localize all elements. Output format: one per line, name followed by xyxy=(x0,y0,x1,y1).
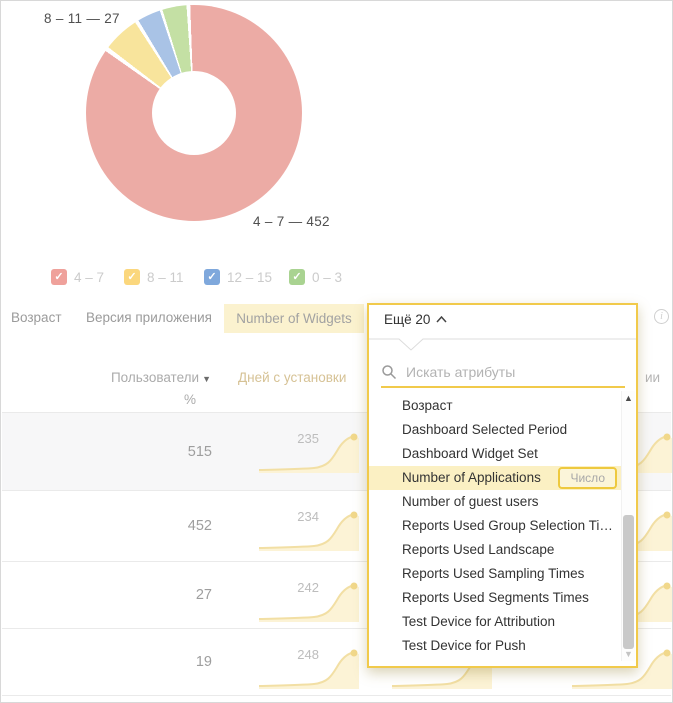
sparkline xyxy=(259,429,359,473)
legend-item[interactable]: ✓ 4 – 7 xyxy=(51,269,104,285)
analytics-widget: 8 – 11 — 27 4 – 7 — 452 ✓ 4 – 7 ✓ 8 – 11… xyxy=(0,0,673,703)
chevron-up-icon xyxy=(436,316,447,323)
legend-item[interactable]: ✓ 8 – 11 xyxy=(124,269,184,285)
sparkline xyxy=(259,645,359,689)
legend-label: 8 – 11 xyxy=(147,269,184,285)
scrollbar[interactable]: ▲ ▼ xyxy=(621,391,635,661)
checkbox-checked-icon[interactable]: ✓ xyxy=(289,269,305,285)
checkbox-checked-icon[interactable]: ✓ xyxy=(204,269,220,285)
panel-notch xyxy=(369,338,636,351)
donut-annotation-top: 8 – 11 — 27 xyxy=(44,11,120,26)
tab-age[interactable]: Возраст xyxy=(11,310,62,325)
legend-item[interactable]: ✓ 0 – 3 xyxy=(289,269,342,285)
list-item[interactable]: Reports Used Segments Times xyxy=(369,586,621,610)
info-icon[interactable]: i xyxy=(654,309,669,324)
tab-number-of-widgets[interactable]: Number of Widgets xyxy=(224,304,364,333)
list-item[interactable]: Reports Used Group Selection Ti… xyxy=(369,514,621,538)
more-attributes-label: Ещё 20 xyxy=(384,312,431,327)
column-header-users[interactable]: Пользователи ▼ xyxy=(41,370,211,385)
list-item[interactable]: Reports Used Landscape xyxy=(369,538,621,562)
user-count-cell: 515 xyxy=(187,443,212,460)
legend-label: 0 – 3 xyxy=(312,269,343,285)
column-header-users-label: Пользователи xyxy=(110,370,200,385)
column-header-percent: % xyxy=(183,392,196,407)
list-item[interactable]: Test Device for Attribution xyxy=(369,610,621,634)
user-count-cell: 452 xyxy=(187,518,212,534)
user-count-cell: 19 xyxy=(195,654,212,670)
more-attributes-trigger[interactable]: Ещё 20 xyxy=(384,312,447,327)
donut-hole xyxy=(152,71,236,155)
scroll-up-icon[interactable]: ▲ xyxy=(622,393,635,403)
search-icon xyxy=(382,365,397,380)
checkbox-checked-icon[interactable]: ✓ xyxy=(124,269,140,285)
search-input[interactable] xyxy=(406,364,596,380)
list-item[interactable]: Dashboard Widget Set xyxy=(369,442,621,466)
scrollbar-thumb[interactable] xyxy=(623,515,634,649)
sort-desc-icon: ▼ xyxy=(202,374,211,384)
sparkline xyxy=(259,507,359,551)
tab-app-version[interactable]: Версия приложения xyxy=(86,310,212,325)
divider xyxy=(2,695,671,696)
attribute-list: Возраст Dashboard Selected Period Dashbo… xyxy=(369,394,621,658)
list-item-label: Number of Applications xyxy=(402,470,541,485)
donut-chart[interactable] xyxy=(86,5,302,221)
type-badge: Число xyxy=(558,467,617,489)
user-count-cell: 27 xyxy=(195,587,212,603)
list-item[interactable]: Test Device for Push xyxy=(369,634,621,658)
donut-annotation-bottom: 4 – 7 — 452 xyxy=(253,214,330,229)
sparkline xyxy=(259,578,359,622)
column-header-days-since-install[interactable]: Дней с установки xyxy=(238,370,346,385)
scroll-down-icon[interactable]: ▼ xyxy=(622,649,635,659)
list-item[interactable]: Number of guest users xyxy=(369,490,621,514)
list-item-selected[interactable]: Number of Applications Число xyxy=(369,466,621,490)
column-header-fragment: ии xyxy=(645,370,661,385)
legend-label: 4 – 7 xyxy=(74,269,105,285)
list-item[interactable]: Dashboard Selected Period xyxy=(369,418,621,442)
attribute-search xyxy=(381,358,625,388)
legend-item[interactable]: ✓ 12 – 15 xyxy=(204,269,272,285)
list-item[interactable]: Reports Used Sampling Times xyxy=(369,562,621,586)
attributes-dropdown-panel: Ещё 20 Возраст Dashboard Selected Period… xyxy=(367,303,638,668)
checkbox-checked-icon[interactable]: ✓ xyxy=(51,269,67,285)
list-item[interactable]: Возраст xyxy=(369,394,621,418)
legend-label: 12 – 15 xyxy=(227,269,273,285)
